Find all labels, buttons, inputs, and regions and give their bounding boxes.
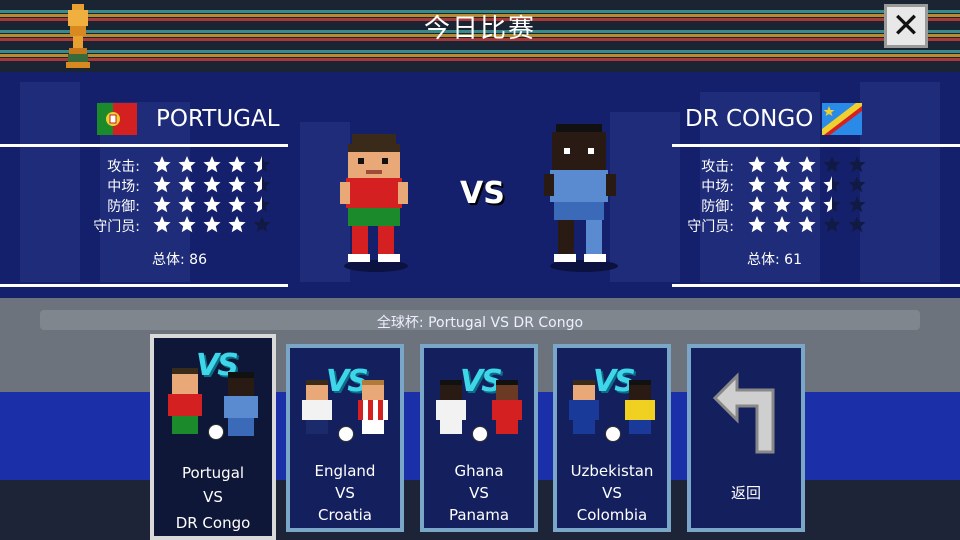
vs-logo-icon: VS [460, 364, 503, 399]
back-label: 返回 [730, 484, 761, 502]
ball-icon [605, 426, 621, 442]
ball-icon [208, 424, 224, 440]
vs-logo-icon: VS [326, 364, 369, 399]
home-overall-rating: 总体: 86 [152, 252, 207, 268]
ball-icon [472, 426, 488, 442]
away-rating-star-icon [748, 176, 766, 193]
home-rating-star-icon [153, 216, 171, 233]
home-rating-star-icon [153, 176, 171, 193]
home-rating-star-icon [178, 196, 196, 213]
home-rating-star-icon [253, 176, 271, 193]
dr-congo-flag-icon [822, 103, 862, 135]
home-rating-star-icon [203, 216, 221, 233]
home-team-name: PORTUGAL [156, 106, 280, 132]
away-stat-label: 攻击: [701, 159, 734, 175]
away-team-name: DR CONGO [685, 106, 814, 132]
away-rating-star-icon [823, 216, 841, 233]
home-rating-star-icon [253, 156, 271, 173]
home-rating-star-icon [228, 156, 246, 173]
away-rating-star-icon [848, 196, 866, 213]
close-button[interactable]: ✕ [884, 4, 928, 48]
home-stat-label: 守门员: [93, 219, 140, 235]
vs-label: VS [460, 176, 505, 211]
away-rating-star-icon [773, 216, 791, 233]
fixture-card-ghana-panama[interactable]: VS Ghana VS Panama [420, 344, 538, 532]
away-stat-label: 守门员: [687, 219, 734, 235]
away-rating-star-icon [848, 216, 866, 233]
fixture-home: Portugal [181, 464, 245, 482]
fixture-vs: VS [203, 488, 223, 506]
home-rating-star-icon [178, 176, 196, 193]
home-rating-star-icon [203, 176, 221, 193]
away-stat-label: 防御: [701, 199, 734, 215]
fixture-away: Colombia [576, 506, 648, 524]
fixture-vs: VS [335, 484, 355, 502]
home-player-sprite [340, 134, 408, 272]
away-rating-star-icon [848, 176, 866, 193]
away-rating-star-icon [798, 156, 816, 173]
match-subtitle: 全球杯: Portugal VS DR Congo [376, 315, 584, 331]
home-rating-star-icon [203, 196, 221, 213]
away-rating-star-icon [848, 156, 866, 173]
home-rating-star-icon [228, 216, 246, 233]
away-player-sprite [544, 124, 618, 272]
back-arrow-icon [712, 372, 775, 454]
vs-logo-icon: VS [593, 364, 636, 399]
away-rating-star-icon [773, 196, 791, 213]
away-rating-star-icon [748, 156, 766, 173]
fixture-card-portugal-dr-congo[interactable]: VS Portugal VS DR Congo [150, 334, 276, 540]
fixture-vs: VS [602, 484, 622, 502]
fixture-home: Ghana [454, 462, 504, 480]
fixture-away: Panama [448, 506, 510, 524]
page-title: 今日比赛 [423, 14, 536, 44]
away-overall-rating: 总体: 61 [747, 252, 802, 268]
away-rating-star-icon [748, 196, 766, 213]
home-rating-star-icon [153, 156, 171, 173]
fixture-card-uzbekistan-colombia[interactable]: VS Uzbekistan VS Colombia [553, 344, 671, 532]
away-rating-star-icon [773, 156, 791, 173]
away-stat-label: 中场: [701, 179, 734, 195]
away-rating-star-icon [823, 176, 841, 193]
home-rating-star-icon [153, 196, 171, 213]
close-icon: ✕ [891, 6, 921, 46]
fixture-home: England [314, 462, 376, 480]
fixture-home: Uzbekistan [570, 462, 654, 480]
home-rating-star-icon [228, 196, 246, 213]
away-rating-star-icon [823, 196, 841, 213]
home-rating-star-icon [228, 176, 246, 193]
home-stat-label: 防御: [107, 199, 140, 215]
fixture-vs: VS [469, 484, 489, 502]
home-stat-label: 攻击: [107, 159, 140, 175]
ball-icon [338, 426, 354, 442]
away-rating-star-icon [798, 196, 816, 213]
away-rating-star-icon [798, 216, 816, 233]
away-rating-star-icon [823, 156, 841, 173]
away-rating-star-icon [773, 176, 791, 193]
home-rating-star-icon [253, 216, 271, 233]
portugal-flag-icon [97, 103, 137, 135]
fixture-card-england-croatia[interactable]: VS England VS Croatia [286, 344, 404, 532]
home-rating-star-icon [203, 156, 221, 173]
home-rating-star-icon [178, 156, 196, 173]
back-button[interactable]: 返回 [687, 344, 805, 532]
home-rating-star-icon [253, 196, 271, 213]
home-stat-label: 中场: [107, 179, 140, 195]
away-rating-star-icon [798, 176, 816, 193]
away-rating-star-icon [748, 216, 766, 233]
fixture-away: Croatia [318, 506, 372, 524]
fixture-away: DR Congo [175, 514, 251, 532]
home-rating-star-icon [178, 216, 196, 233]
